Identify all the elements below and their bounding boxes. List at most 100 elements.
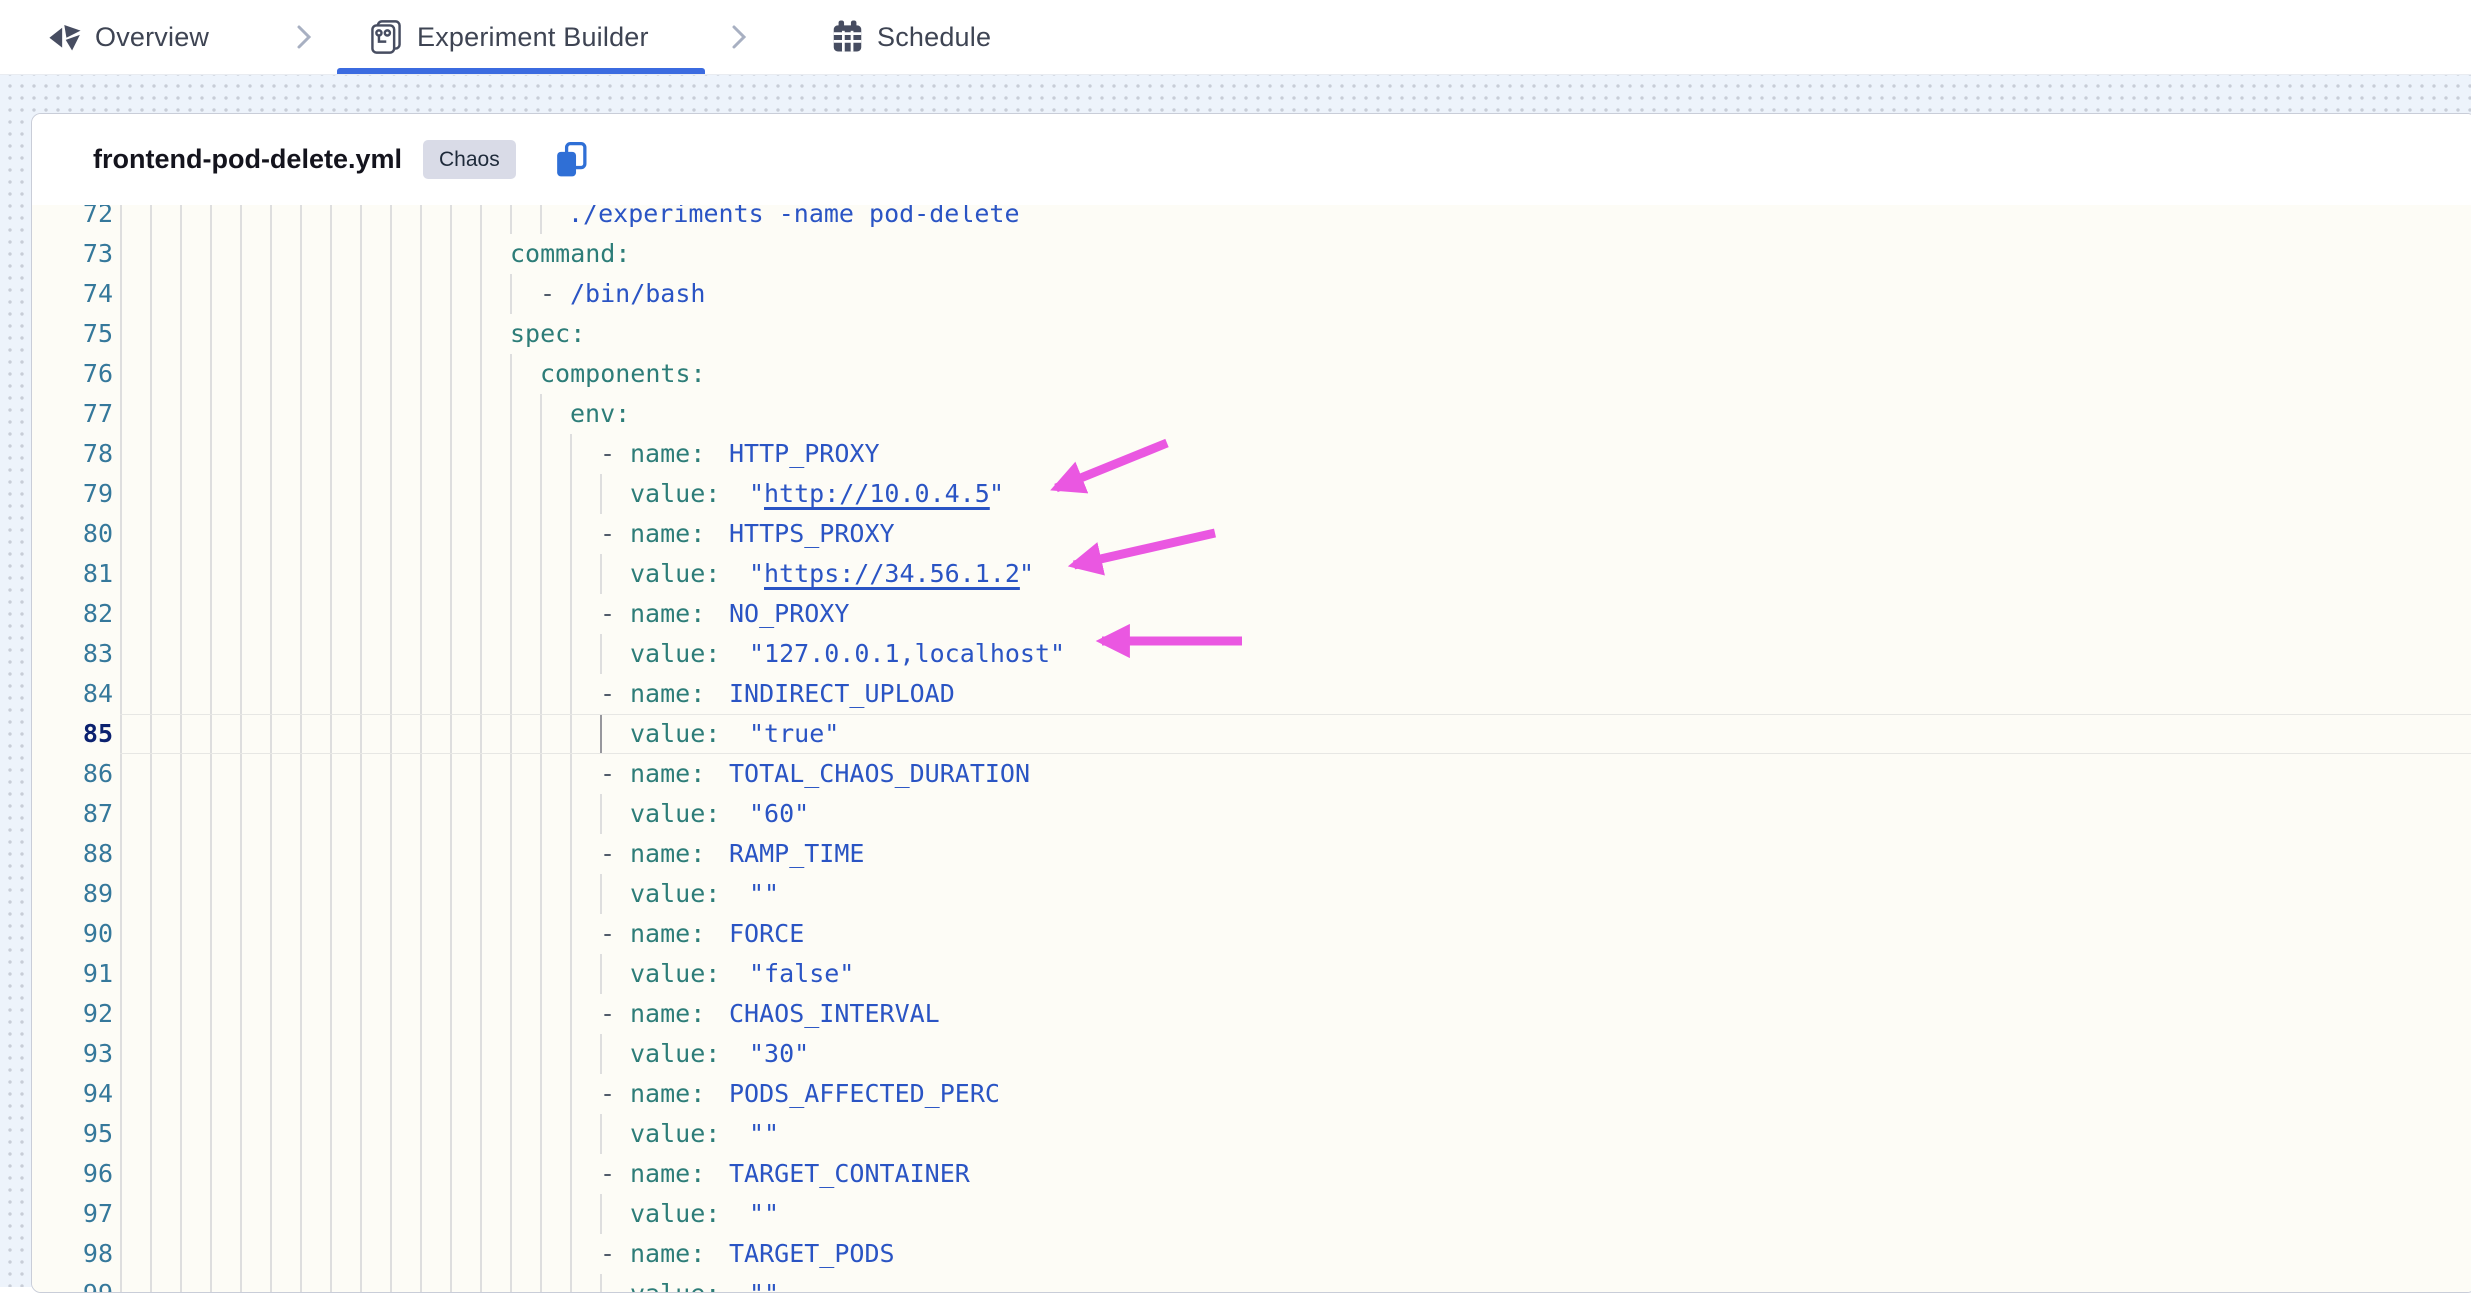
indent-guide — [330, 1154, 332, 1194]
nav-item-schedule[interactable]: Schedule — [831, 0, 991, 74]
indent-guide — [390, 674, 392, 714]
indent-guide — [180, 1234, 182, 1274]
code-line-74[interactable]: 74-/bin/bash — [32, 274, 2471, 314]
indent-guide — [600, 1114, 602, 1154]
indent-guide — [300, 994, 302, 1034]
indent-guide — [150, 1074, 152, 1114]
code-line-86[interactable]: 86-name:TOTAL_CHAOS_DURATION — [32, 754, 2471, 794]
indent-guide — [210, 1234, 212, 1274]
indent-guide — [210, 205, 212, 234]
indent-guide — [570, 994, 572, 1034]
indent-guide — [210, 714, 212, 754]
indent-guide — [450, 1154, 452, 1194]
code-line-98[interactable]: 98-name:TARGET_PODS — [32, 1234, 2471, 1274]
yaml-editor[interactable]: 72./experiments -name pod-delete73comman… — [32, 205, 2471, 1292]
indent-guide — [180, 914, 182, 954]
code-line-88[interactable]: 88-name:RAMP_TIME — [32, 834, 2471, 874]
proxy-link[interactable]: https://34.56.1.2 — [764, 554, 1020, 594]
indent-guide — [330, 714, 332, 754]
code-token: name: — [630, 674, 705, 714]
indent-guide — [240, 274, 242, 314]
indent-guide — [480, 834, 482, 874]
indent-guide — [450, 914, 452, 954]
code-token: value: — [630, 874, 720, 914]
indent-guide — [300, 634, 302, 674]
indent-guide — [570, 834, 572, 874]
code-line-81[interactable]: 81value:"https://34.56.1.2" — [32, 554, 2471, 594]
code-line-75[interactable]: 75spec: — [32, 314, 2471, 354]
code-line-97[interactable]: 97value:"" — [32, 1194, 2471, 1234]
indent-guide — [420, 274, 422, 314]
code-line-82[interactable]: 82-name:NO_PROXY — [32, 594, 2471, 634]
indent-guide — [450, 794, 452, 834]
code-line-72[interactable]: 72./experiments -name pod-delete — [32, 205, 2471, 234]
nav-item-experiment-builder[interactable]: Experiment Builder — [368, 0, 649, 74]
code-line-96[interactable]: 96-name:TARGET_CONTAINER — [32, 1154, 2471, 1194]
line-number: 85 — [32, 714, 113, 754]
indent-guide — [360, 634, 362, 674]
indent-guide — [390, 994, 392, 1034]
indent-guide — [210, 1154, 212, 1194]
nav-item-overview[interactable]: Overview — [48, 0, 209, 74]
indent-guide — [330, 474, 332, 514]
indent-guide — [360, 1154, 362, 1194]
indent-guide — [150, 394, 152, 434]
code-line-93[interactable]: 93value:"30" — [32, 1034, 2471, 1074]
code-token: value: — [630, 794, 720, 834]
code-line-94[interactable]: 94-name:PODS_AFFECTED_PERC — [32, 1074, 2471, 1114]
indent-guide — [510, 634, 512, 674]
indent-guide — [270, 634, 272, 674]
indent-guide — [240, 994, 242, 1034]
indent-guide — [450, 674, 452, 714]
proxy-link[interactable]: http://10.0.4.5 — [764, 474, 990, 514]
code-line-79[interactable]: 79value:"http://10.0.4.5" — [32, 474, 2471, 514]
code-line-85[interactable]: 85value:"true" — [32, 714, 2471, 754]
code-line-73[interactable]: 73command: — [32, 234, 2471, 274]
indent-guide — [420, 394, 422, 434]
indent-guide — [150, 714, 152, 754]
indent-guide — [390, 1114, 392, 1154]
indent-guide — [360, 674, 362, 714]
line-number: 82 — [32, 594, 113, 634]
code-line-92[interactable]: 92-name:CHAOS_INTERVAL — [32, 994, 2471, 1034]
code-token: value: — [630, 1114, 720, 1154]
indent-guide — [510, 1074, 512, 1114]
indent-guide — [180, 354, 182, 394]
code-token: "" — [749, 1194, 779, 1234]
copy-icon — [554, 141, 588, 179]
code-token: HTTPS_PROXY — [729, 514, 895, 554]
chevron-right-icon — [730, 24, 748, 50]
indent-guide — [420, 1234, 422, 1274]
indent-guide — [420, 1274, 422, 1292]
code-line-76[interactable]: 76components: — [32, 354, 2471, 394]
indent-guide — [300, 714, 302, 754]
code-line-95[interactable]: 95value:"" — [32, 1114, 2471, 1154]
code-token: - — [600, 1234, 615, 1274]
code-line-83[interactable]: 83value:"127.0.0.1,localhost" — [32, 634, 2471, 674]
code-line-91[interactable]: 91value:"false" — [32, 954, 2471, 994]
indent-guide — [360, 514, 362, 554]
code-line-80[interactable]: 80-name:HTTPS_PROXY — [32, 514, 2471, 554]
indent-guide — [240, 954, 242, 994]
indent-guide — [300, 874, 302, 914]
indent-guide — [540, 554, 542, 594]
code-line-90[interactable]: 90-name:FORCE — [32, 914, 2471, 954]
indent-guide — [480, 514, 482, 554]
indent-guide — [360, 274, 362, 314]
indent-guide — [540, 1114, 542, 1154]
indent-guide — [360, 594, 362, 634]
code-line-87[interactable]: 87value:"60" — [32, 794, 2471, 834]
code-line-99[interactable]: 99value:"" — [32, 1274, 2471, 1292]
code-token: name: — [630, 834, 705, 874]
indent-guide — [360, 314, 362, 354]
indent-guide — [270, 1074, 272, 1114]
indent-guide — [120, 874, 122, 914]
code-line-84[interactable]: 84-name:INDIRECT_UPLOAD — [32, 674, 2471, 714]
code-line-89[interactable]: 89value:"" — [32, 874, 2471, 914]
code-line-77[interactable]: 77env: — [32, 394, 2471, 434]
indent-guide — [330, 205, 332, 234]
code-line-78[interactable]: 78-name:HTTP_PROXY — [32, 434, 2471, 474]
code-token: " — [989, 474, 1004, 514]
indent-guide — [540, 434, 542, 474]
copy-button[interactable] — [554, 141, 588, 179]
